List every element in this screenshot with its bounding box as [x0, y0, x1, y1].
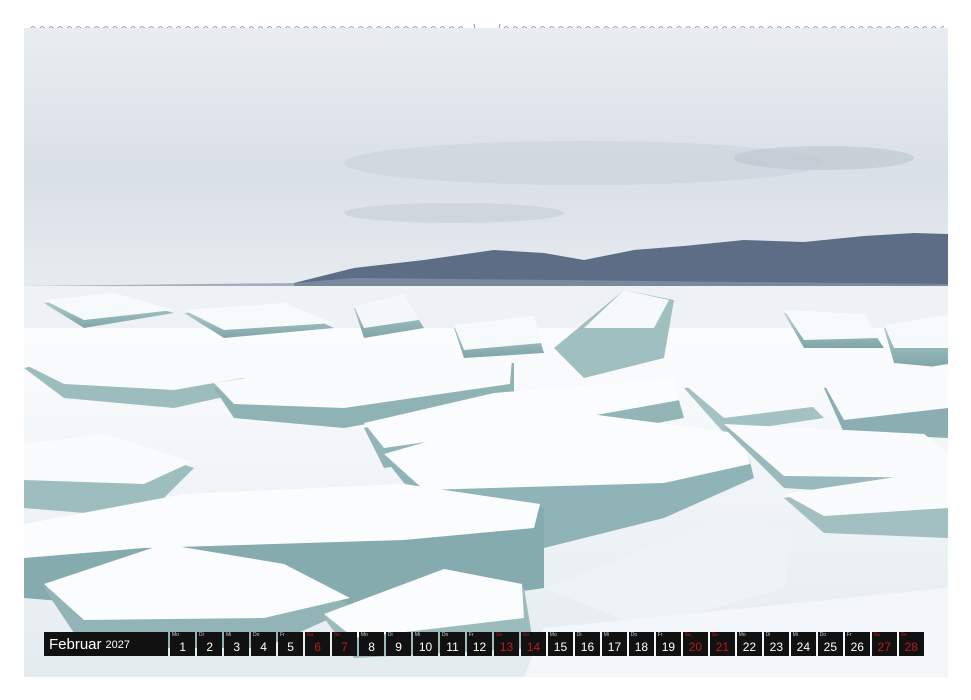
- day-number: 16: [580, 640, 595, 654]
- day-cell: Mi 17: [601, 632, 628, 656]
- day-abbr: Mo: [172, 632, 179, 638]
- day-number: 6: [314, 640, 321, 654]
- day-cell: So 14: [520, 632, 547, 656]
- day-number: 11: [446, 640, 459, 654]
- day-cell: Mo 15: [547, 632, 574, 656]
- day-number: 20: [688, 640, 703, 654]
- day-cell: Mo 1: [170, 632, 196, 656]
- day-abbr: Do: [252, 632, 260, 638]
- day-number: 3: [233, 640, 240, 654]
- day-number: 19: [661, 640, 676, 654]
- day-abbr: Do: [819, 632, 827, 638]
- day-cell: So 28: [898, 632, 924, 656]
- ice-landscape-image: [24, 28, 948, 677]
- day-number: 1: [179, 640, 187, 654]
- day-number: 7: [341, 640, 348, 654]
- day-number: 10: [418, 640, 433, 654]
- month-year: 2027: [105, 639, 131, 651]
- day-cell: Sa 13: [493, 632, 520, 656]
- day-abbr: Mi: [225, 632, 232, 638]
- month-label-box: Februar 2027: [44, 632, 168, 656]
- day-abbr: Di: [198, 632, 204, 638]
- calendar-strip: Februar 2027 Mo 1 Di 2 Mi 3 Do 4 Fr 5 Sa 6 So 7 Mo 8 Di 9…: [44, 632, 927, 656]
- day-cell: Sa 27: [871, 632, 897, 656]
- day-abbr: Sa: [684, 632, 691, 638]
- day-number: 24: [796, 640, 811, 654]
- day-abbr: Do: [441, 632, 449, 638]
- day-abbr: Fr: [657, 632, 663, 638]
- day-abbr: So: [900, 632, 907, 638]
- day-abbr: Mo: [549, 632, 557, 638]
- day-abbr: Fr: [846, 632, 852, 638]
- day-number: 2: [206, 640, 214, 654]
- day-number: 23: [769, 640, 784, 654]
- landscape-photo: [24, 28, 948, 677]
- day-cell: Do 18: [628, 632, 655, 656]
- day-abbr: Mo: [360, 632, 368, 638]
- day-cell: Mi 10: [412, 632, 439, 656]
- day-cell: Mi 24: [790, 632, 817, 656]
- day-number: 15: [553, 640, 568, 654]
- day-cell: Di 23: [763, 632, 790, 656]
- day-number: 14: [526, 640, 541, 654]
- day-cell: Di 9: [385, 632, 412, 656]
- day-cell: Fr 5: [277, 632, 304, 656]
- day-abbr: Di: [765, 632, 771, 638]
- day-abbr: Sa: [306, 632, 314, 638]
- day-number: 4: [260, 640, 267, 654]
- day-abbr: So: [333, 632, 341, 638]
- day-cell: Do 11: [439, 632, 466, 656]
- day-abbr: Mi: [603, 632, 610, 638]
- day-cell: Di 2: [196, 632, 223, 656]
- calendar-page: Februar 2027 Mo 1 Di 2 Mi 3 Do 4 Fr 5 Sa 6 So 7 Mo 8 Di 9…: [0, 0, 971, 700]
- day-cell: Fr 12: [466, 632, 493, 656]
- day-number: 5: [287, 640, 294, 654]
- day-number: 13: [499, 640, 514, 654]
- day-number: 8: [368, 640, 375, 654]
- day-abbr: Mi: [414, 632, 421, 638]
- day-number: 21: [715, 640, 730, 654]
- day-abbr: Fr: [279, 632, 285, 638]
- day-cell: Do 25: [817, 632, 844, 656]
- cloud: [734, 146, 914, 170]
- day-cell: Mi 3: [223, 632, 250, 656]
- day-abbr: Sa: [495, 632, 502, 638]
- day-cell: Do 4: [250, 632, 277, 656]
- day-abbr: Di: [576, 632, 582, 638]
- day-cell: Sa 6: [304, 632, 331, 656]
- day-abbr: Mo: [738, 632, 746, 638]
- cloud: [344, 203, 564, 223]
- day-number: 17: [607, 640, 622, 654]
- day-number: 28: [904, 640, 918, 654]
- day-cell: Fr 26: [844, 632, 870, 656]
- day-abbr: So: [711, 632, 718, 638]
- day-cell: Di 16: [574, 632, 601, 656]
- day-cell: So 21: [709, 632, 736, 656]
- day-abbr: Di: [387, 632, 393, 638]
- day-number: 18: [634, 640, 649, 654]
- day-number: 22: [742, 640, 757, 654]
- day-cells: Mo 1 Di 2 Mi 3 Do 4 Fr 5 Sa 6 So 7 Mo 8 Di 9 Mi 10 Do 11 Fr 12 S…: [170, 632, 924, 656]
- day-number: 26: [850, 640, 864, 654]
- day-cell: Fr 19: [655, 632, 682, 656]
- day-abbr: Sa: [873, 632, 880, 638]
- day-abbr: Fr: [468, 632, 474, 638]
- day-number: 9: [395, 640, 402, 654]
- day-abbr: So: [522, 632, 529, 638]
- day-number: 12: [472, 640, 487, 654]
- day-cell: Sa 20: [682, 632, 709, 656]
- month-name: Februar: [49, 635, 102, 653]
- day-cell: Mo 8: [358, 632, 385, 656]
- day-cell: Mo 22: [736, 632, 763, 656]
- day-number: 25: [823, 640, 837, 654]
- day-number: 27: [877, 640, 891, 654]
- day-abbr: Do: [630, 632, 638, 638]
- day-cell: So 7: [331, 632, 358, 656]
- day-abbr: Mi: [792, 632, 798, 638]
